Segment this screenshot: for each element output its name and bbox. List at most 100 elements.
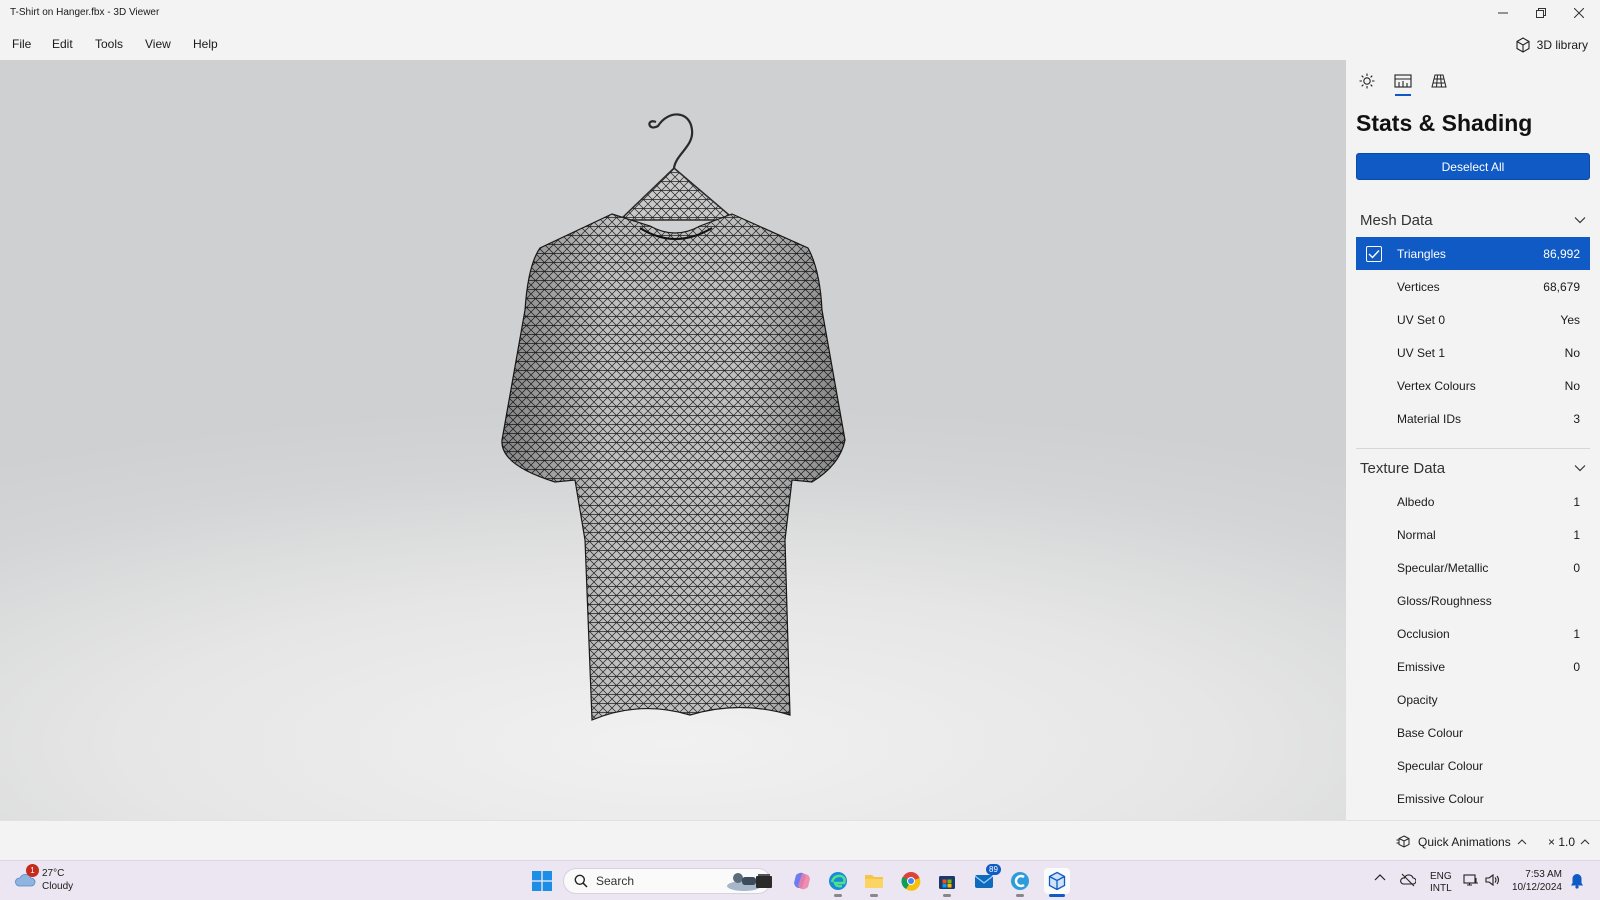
row-value: 0: [1573, 659, 1580, 674]
texture-row-specular-colour[interactable]: Specular Colour: [1356, 749, 1590, 782]
weather-condition: Cloudy: [42, 881, 74, 892]
texture-row-specular-metallic[interactable]: Specular/Metallic 0: [1356, 551, 1590, 584]
running-indicator: [834, 894, 842, 897]
texture-data-header[interactable]: Texture Data: [1356, 454, 1590, 482]
quick-settings-button[interactable]: [1463, 873, 1501, 887]
model-render: [501, 113, 846, 721]
row-value: 1: [1573, 494, 1580, 509]
row-label: Specular Colour: [1397, 758, 1484, 773]
chevron-up-icon: [1374, 874, 1386, 881]
active-indicator: [1049, 894, 1065, 897]
3d-viewer-icon: [1048, 871, 1066, 891]
sun-icon: [1359, 73, 1375, 89]
row-value: Yes: [1560, 312, 1580, 327]
3d-library-label: 3D library: [1536, 38, 1588, 52]
language-indicator[interactable]: ENG INTL: [1430, 871, 1452, 895]
restore-icon: [1536, 8, 1546, 18]
close-button[interactable]: [1560, 0, 1598, 26]
mesh-row-vertices[interactable]: Vertices 68,679: [1356, 270, 1590, 303]
row-value: 68,679: [1543, 279, 1580, 294]
mesh-row-uv-set-0[interactable]: UV Set 0 Yes: [1356, 303, 1590, 336]
edge-icon: [829, 872, 847, 890]
menu-edit[interactable]: Edit: [52, 37, 73, 51]
onedrive-tray-button[interactable]: [1400, 873, 1417, 890]
row-label: Normal: [1397, 527, 1436, 542]
mesh-data-header[interactable]: Mesh Data: [1356, 206, 1590, 234]
row-label: UV Set 0: [1397, 312, 1446, 327]
texture-row-emissive-colour[interactable]: Emissive Colour: [1356, 782, 1590, 815]
row-value: No: [1564, 345, 1580, 360]
hanger: [618, 113, 738, 221]
app-c-icon: [1011, 872, 1029, 890]
copilot-button[interactable]: [789, 868, 815, 894]
3d-library-button[interactable]: 3D library: [1515, 35, 1588, 55]
task-view-button[interactable]: [751, 868, 777, 894]
clock[interactable]: 7:53 AM 10/12/2024: [1512, 868, 1562, 894]
keyboard-layout: INTL: [1430, 883, 1452, 894]
menu-file[interactable]: File: [12, 37, 31, 51]
menu-tools[interactable]: Tools: [95, 37, 123, 51]
show-hidden-icons-button[interactable]: [1374, 873, 1386, 884]
row-label: Albedo: [1397, 494, 1435, 509]
row-value: 1: [1573, 626, 1580, 641]
mail-button[interactable]: 89: [971, 864, 1001, 894]
chrome-button[interactable]: [898, 868, 924, 894]
checkbox-checked-icon[interactable]: [1366, 246, 1382, 262]
title-bar: T-Shirt on Hanger.fbx - 3D Viewer: [0, 0, 1600, 26]
texture-row-opacity[interactable]: Opacity: [1356, 683, 1590, 716]
menu-view[interactable]: View: [145, 37, 171, 51]
running-indicator: [943, 894, 951, 897]
menu-help[interactable]: Help: [193, 37, 218, 51]
panel-title: Stats & Shading: [1356, 110, 1533, 136]
date: 10/12/2024: [1511, 882, 1562, 893]
mesh-row-uv-set-1[interactable]: UV Set 1 No: [1356, 336, 1590, 369]
speed-label: × 1.0: [1548, 835, 1576, 849]
texture-row-occlusion[interactable]: Occlusion 1: [1356, 617, 1590, 650]
row-label: Gloss/Roughness: [1397, 593, 1492, 608]
network-icon: [1463, 874, 1478, 886]
3d-viewer-taskbar-button[interactable]: [1044, 868, 1070, 897]
store-button[interactable]: [934, 868, 960, 897]
minimize-button[interactable]: [1484, 0, 1522, 26]
quick-animations-button[interactable]: Quick Animations: [1396, 835, 1527, 849]
app-button[interactable]: [1007, 868, 1033, 897]
tab-grid[interactable]: [1428, 68, 1450, 94]
mesh-data-label: Mesh Data: [1360, 211, 1433, 229]
3d-viewport[interactable]: [0, 60, 1346, 820]
row-label: Vertices: [1397, 279, 1440, 294]
texture-row-albedo[interactable]: Albedo 1: [1356, 485, 1590, 518]
notifications-button[interactable]: [1570, 873, 1584, 892]
tab-lighting[interactable]: [1356, 68, 1378, 94]
file-explorer-button[interactable]: [861, 868, 887, 897]
status-bar: Quick Animations × 1.0: [0, 820, 1600, 860]
texture-row-emissive[interactable]: Emissive 0: [1356, 650, 1590, 683]
mail-unread-badge: 89: [986, 864, 1001, 875]
speed-selector[interactable]: × 1.0: [1548, 835, 1590, 849]
restore-button[interactable]: [1522, 0, 1560, 26]
language-code: ENG: [1430, 871, 1452, 882]
tab-stats[interactable]: [1392, 68, 1414, 96]
stats-icon: [1394, 74, 1412, 88]
bell-icon: [1571, 874, 1583, 889]
mesh-row-vertex-colours[interactable]: Vertex Colours No: [1356, 369, 1590, 402]
time: 7:53 AM: [1525, 869, 1562, 880]
texture-row-normal[interactable]: Normal 1: [1356, 518, 1590, 551]
row-value: 86,992: [1543, 246, 1580, 261]
mesh-row-triangles[interactable]: Triangles 86,992: [1356, 237, 1590, 270]
cloud-off-icon: [1400, 873, 1417, 887]
weather-widget[interactable]: 1 27°C Cloudy: [14, 864, 74, 893]
start-button[interactable]: [529, 868, 555, 894]
taskbar-search[interactable]: Search: [563, 868, 771, 894]
close-icon: [1574, 8, 1584, 18]
chevron-down-icon: [1574, 217, 1586, 224]
mesh-row-material-ids[interactable]: Material IDs 3: [1356, 402, 1590, 435]
row-value: 1: [1573, 527, 1580, 542]
minimize-icon: [1498, 12, 1508, 14]
deselect-all-button[interactable]: Deselect All: [1356, 153, 1590, 180]
row-label: Vertex Colours: [1397, 378, 1476, 393]
texture-row-gloss-roughness[interactable]: Gloss/Roughness: [1356, 584, 1590, 617]
texture-row-base-colour[interactable]: Base Colour: [1356, 716, 1590, 749]
store-icon: [939, 876, 955, 889]
edge-button[interactable]: [825, 868, 851, 897]
section-divider: [1356, 448, 1590, 449]
